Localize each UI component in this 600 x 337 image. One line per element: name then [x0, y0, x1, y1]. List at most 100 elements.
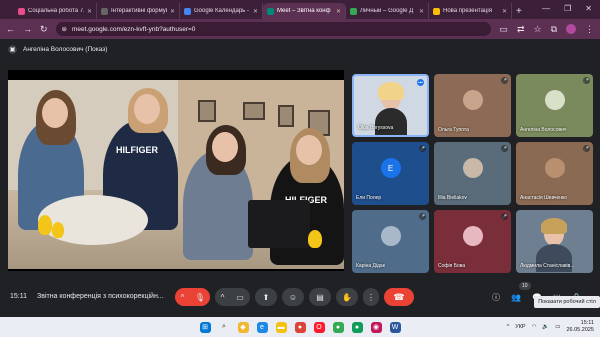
mic-control-group: ^ 🎙	[175, 288, 210, 306]
participant-tile[interactable]: E 🎤 Ели Полер	[352, 142, 429, 205]
meeting-title: Звітна конференція з психокорекційн...	[37, 293, 164, 300]
camera-options-icon[interactable]: ^	[215, 288, 230, 306]
close-icon[interactable]: ✕	[170, 8, 175, 15]
chrome-icon[interactable]: ●	[294, 321, 306, 333]
chrome-profile-icon[interactable]: ●	[351, 321, 363, 333]
mic-options-icon[interactable]: ^	[175, 288, 190, 306]
meet-control-bar: 15:11 Звітна конференція з психокорекцій…	[0, 279, 600, 317]
forward-icon[interactable]: →	[23, 24, 32, 34]
volume-icon[interactable]: 🔈	[542, 324, 549, 330]
browser-tab[interactable]: Google Календарь - ✕	[180, 3, 263, 19]
search-icon[interactable]: ⌕	[219, 322, 230, 333]
presentation-stage[interactable]: HILFIGER HILFIGER	[8, 70, 344, 271]
new-tab-icon[interactable]: +	[516, 3, 522, 19]
mic-off-button[interactable]: 🎙	[190, 288, 210, 306]
participant-tile[interactable]: 🎤 Каріна Дідак	[352, 210, 429, 273]
people-icon[interactable]: 👥	[511, 293, 521, 302]
tab-favicon-icon	[101, 7, 108, 15]
participant-avatar: E	[380, 158, 401, 178]
tab-favicon-icon	[18, 7, 25, 15]
end-call-button[interactable]: ☎	[384, 288, 414, 306]
tab-title: Соціальна робота 7.0	[28, 8, 84, 14]
participant-name: Illia Bieliakov	[438, 195, 467, 201]
captions-button[interactable]: ▤	[309, 288, 331, 306]
language-indicator[interactable]: УКР	[515, 324, 525, 330]
participant-tile[interactable]: ••• Olga Boryssova	[352, 74, 429, 137]
start-icon[interactable]: ⊞	[199, 321, 211, 333]
participant-name: Ангеліна Волосович	[520, 127, 567, 133]
participant-count-badge: 10	[519, 282, 531, 290]
close-icon[interactable]: ✕	[502, 8, 507, 15]
tab-title: Нова презентація	[443, 8, 492, 14]
participant-avatar	[462, 226, 483, 246]
emoji-button[interactable]: ☺	[282, 288, 304, 306]
present-button[interactable]: ⬆	[255, 288, 277, 306]
browser-tab-active[interactable]: Meet – Звітна конф ✕	[263, 3, 346, 19]
show-desktop-tooltip: Показати робочий стіл	[534, 296, 600, 308]
profile-avatar[interactable]	[566, 24, 576, 34]
edge-icon[interactable]: e	[256, 321, 268, 333]
address-bar[interactable]: ⊜ meet.google.com/ezn-kvft-ynb?authuser=…	[55, 22, 492, 36]
app-icon[interactable]: ◉	[370, 321, 382, 333]
muted-mic-icon: 🎤	[583, 145, 590, 152]
menu-icon[interactable]: ⋮	[585, 24, 594, 35]
participant-body	[375, 108, 407, 135]
system-clock[interactable]: 15:11 26.05.2025	[566, 320, 594, 334]
info-icon[interactable]: ⓘ	[492, 292, 500, 303]
close-window-icon[interactable]: ✕	[585, 4, 592, 13]
participant-avatar	[544, 90, 565, 110]
cast-icon[interactable]: ▭	[499, 24, 508, 35]
participant-name: Ели Полер	[356, 195, 382, 201]
close-icon[interactable]: ✕	[336, 8, 341, 15]
participant-hair	[541, 218, 567, 234]
tray-chevron-icon[interactable]: ^	[507, 324, 510, 330]
back-icon[interactable]: ←	[6, 24, 15, 34]
tab-favicon-icon	[433, 7, 440, 15]
extensions-icon[interactable]: ⧉	[551, 24, 557, 35]
participant-tile[interactable]: 🎤 Анастасія Шевченко	[516, 142, 593, 205]
browser-tab[interactable]: Соціальна робота 7.0 ✕	[14, 3, 97, 19]
participant-tile[interactable]: 🎤 Ангеліна Волосович	[516, 74, 593, 137]
participant-hair	[378, 82, 404, 100]
tab-title: Google Календарь -	[194, 8, 249, 14]
tab-title: Інтерактивні формування	[111, 8, 167, 14]
more-options-button[interactable]: ⋮	[363, 288, 379, 306]
raise-hand-button[interactable]: ✋	[336, 288, 358, 306]
wall-picture	[243, 102, 265, 120]
browser-tab[interactable]: Личный – Google Д ✕	[346, 3, 429, 19]
participant-avatar	[462, 90, 483, 110]
muted-mic-icon: 🎤	[419, 145, 426, 152]
participant-tile[interactable]: 🎤 Софія Бова	[434, 210, 511, 273]
wifi-icon[interactable]: ◠	[532, 324, 537, 330]
close-icon[interactable]: ✕	[87, 8, 92, 15]
participant-grid: ••• Olga Boryssova 🎤 Ольга Тупота 🎤 Анге…	[352, 74, 594, 273]
chrome-profile-icon[interactable]: ●	[332, 321, 344, 333]
camera-button[interactable]: ▭	[230, 288, 250, 306]
person-face	[212, 132, 238, 162]
maximize-icon[interactable]: ❐	[564, 4, 571, 13]
browser-tab[interactable]: Інтерактивні формування✕	[97, 3, 180, 19]
tulip-flower	[52, 222, 64, 238]
battery-icon[interactable]: ▭	[555, 324, 560, 330]
close-icon[interactable]: ✕	[253, 8, 258, 15]
translate-icon[interactable]: ⇄	[517, 24, 525, 35]
word-icon[interactable]: W	[389, 321, 401, 333]
present-icon: ▣	[8, 45, 17, 54]
reload-icon[interactable]: ↻	[40, 24, 48, 35]
widgets-icon[interactable]: ◆	[237, 321, 249, 333]
browser-tab[interactable]: Нова презентація ✕	[429, 3, 512, 19]
participant-tile[interactable]: 🎤 Ольга Тупота	[434, 74, 511, 137]
close-icon[interactable]: ✕	[419, 8, 424, 15]
minimize-icon[interactable]: —	[542, 4, 550, 13]
meeting-clock: 15:11	[10, 293, 27, 300]
participant-tile[interactable]: 🎤 Illia Bieliakov	[434, 142, 511, 205]
clock-time: 15:11	[580, 320, 594, 326]
bookmark-star-icon[interactable]: ☆	[533, 24, 541, 35]
person-face	[134, 94, 160, 124]
file-explorer-icon[interactable]: ▬	[275, 321, 287, 333]
participant-name: Людмила Станіславів...	[520, 263, 575, 269]
site-info-icon[interactable]: ⊜	[62, 25, 67, 33]
opera-icon[interactable]: O	[313, 321, 325, 333]
participant-tile[interactable]: Людмила Станіславів...	[516, 210, 593, 273]
muted-mic-icon: 🎤	[501, 77, 508, 84]
